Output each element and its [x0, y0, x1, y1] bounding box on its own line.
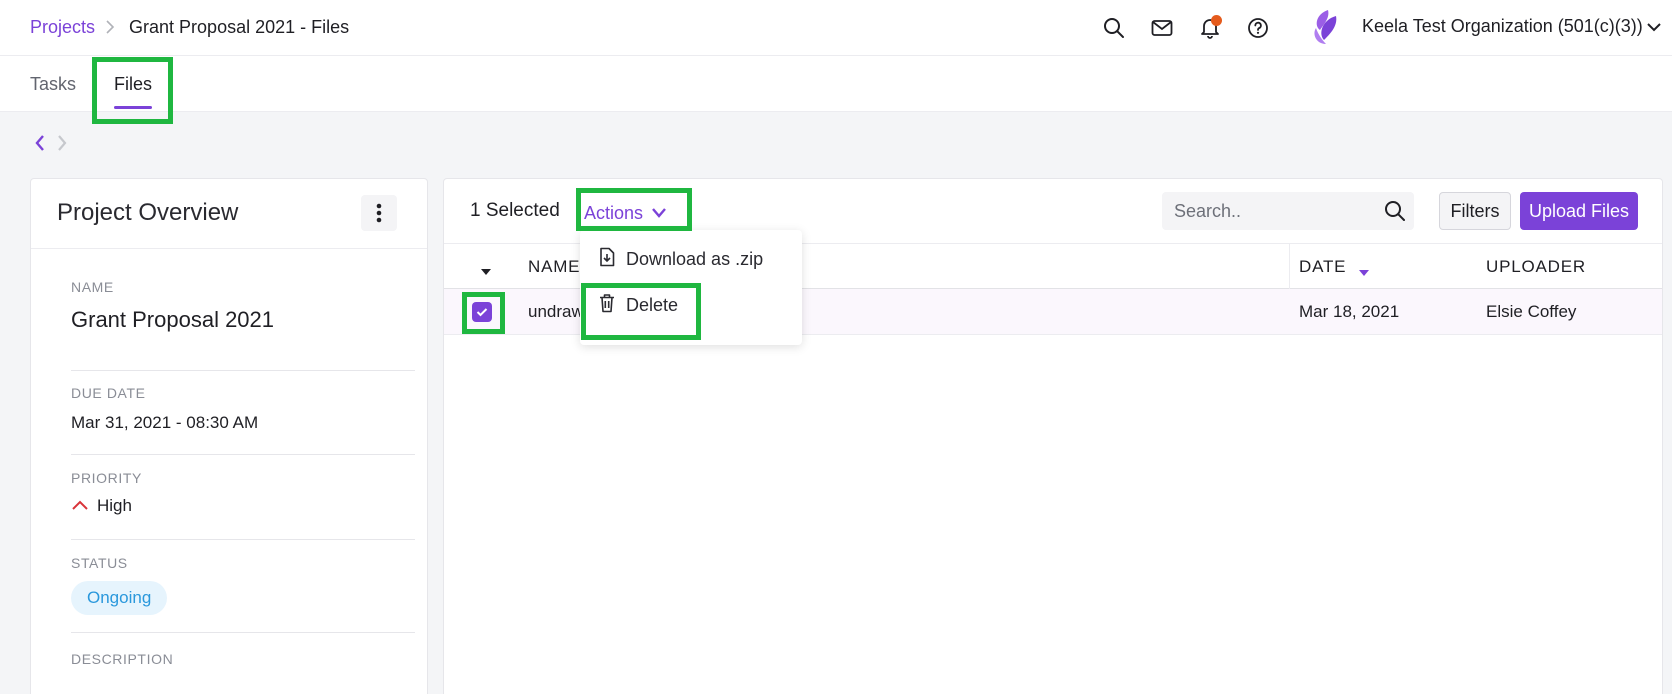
file-name[interactable]: undraw: [528, 302, 584, 322]
field-name: NAME Grant Proposal 2021: [71, 279, 415, 371]
priority-text: High: [97, 496, 132, 515]
history-nav: [34, 134, 68, 157]
filters-button[interactable]: Filters: [1439, 192, 1511, 230]
chevron-down-icon[interactable]: [1645, 18, 1663, 36]
mail-icon[interactable]: [1148, 14, 1176, 42]
tab-tasks[interactable]: Tasks: [30, 74, 76, 95]
field-label: PRIORITY: [71, 470, 142, 486]
search-box: [1162, 192, 1414, 230]
selected-count: 1 Selected: [470, 200, 560, 221]
actions-menu: Download as .zip Delete: [580, 230, 802, 345]
actions-dropdown-button[interactable]: Actions: [580, 197, 671, 229]
search-icon[interactable]: [1100, 14, 1128, 42]
menu-item-download-zip[interactable]: Download as .zip: [598, 247, 763, 272]
help-icon[interactable]: [1244, 14, 1272, 42]
priority-value: High: [71, 496, 415, 516]
project-overview-title: Project Overview: [57, 199, 239, 226]
status-badge: Ongoing: [71, 581, 168, 615]
field-status: STATUS Ongoing: [71, 555, 415, 633]
column-header-name[interactable]: NAME: [528, 257, 580, 277]
notification-dot: [1211, 15, 1222, 26]
row-checkbox[interactable]: [472, 302, 492, 322]
trash-icon: [598, 293, 616, 318]
top-bar: Projects Grant Proposal 2021 - Files Kee…: [0, 0, 1672, 56]
actions-label: Actions: [584, 202, 644, 223]
field-due-date: DUE DATE Mar 31, 2021 - 08:30 AM: [71, 385, 415, 455]
chevron-up-icon: [71, 496, 89, 516]
project-name: Grant Proposal 2021: [71, 307, 275, 332]
breadcrumb-current: Grant Proposal 2021 - Files: [129, 16, 350, 37]
menu-item-delete[interactable]: Delete: [598, 293, 678, 318]
field-label: NAME: [71, 279, 114, 295]
caret-down-icon[interactable]: [480, 263, 492, 281]
search-input[interactable]: [1162, 192, 1372, 230]
menu-item-label: Delete: [626, 295, 679, 315]
breadcrumb: Projects Grant Proposal 2021 - Files: [30, 16, 349, 38]
project-overview-panel: Project Overview NAME Grant Proposal 202…: [30, 178, 428, 694]
more-options-icon[interactable]: [361, 195, 397, 231]
chevron-right-icon: [105, 16, 119, 38]
column-header-uploader[interactable]: UPLOADER: [1486, 257, 1586, 277]
due-date-value: Mar 31, 2021 - 08:30 AM: [71, 413, 259, 432]
file-uploader: Elsie Coffey: [1486, 302, 1577, 321]
column-header-date[interactable]: DATE: [1299, 257, 1346, 277]
file-date: Mar 18, 2021: [1299, 302, 1400, 321]
tab-files[interactable]: Files: [114, 74, 152, 95]
sort-desc-icon[interactable]: [1358, 264, 1370, 282]
header-icons: [1100, 14, 1272, 42]
search-icon[interactable]: [1384, 200, 1406, 227]
field-label: STATUS: [71, 555, 128, 571]
file-download-icon: [598, 247, 616, 272]
org-name[interactable]: Keela Test Organization (501(c)(3)): [1362, 16, 1643, 37]
chevron-left-icon[interactable]: [34, 134, 46, 157]
upload-files-button[interactable]: Upload Files: [1520, 192, 1638, 230]
active-tab-indicator: [114, 106, 152, 109]
project-overview-header: Project Overview: [31, 179, 427, 249]
field-label: DUE DATE: [71, 385, 146, 401]
tab-bar: Tasks Files: [0, 56, 1672, 112]
field-label: DESCRIPTION: [71, 651, 174, 667]
org-logo-icon[interactable]: [1308, 8, 1342, 46]
chevron-down-icon: [651, 203, 667, 224]
breadcrumb-projects-link[interactable]: Projects: [30, 17, 95, 38]
column-divider: [1289, 244, 1290, 290]
field-description: DESCRIPTION: [71, 651, 415, 691]
field-priority: PRIORITY High: [71, 470, 415, 540]
menu-item-label: Download as .zip: [626, 249, 764, 269]
bell-icon[interactable]: [1196, 14, 1224, 42]
chevron-right-icon[interactable]: [56, 134, 68, 157]
